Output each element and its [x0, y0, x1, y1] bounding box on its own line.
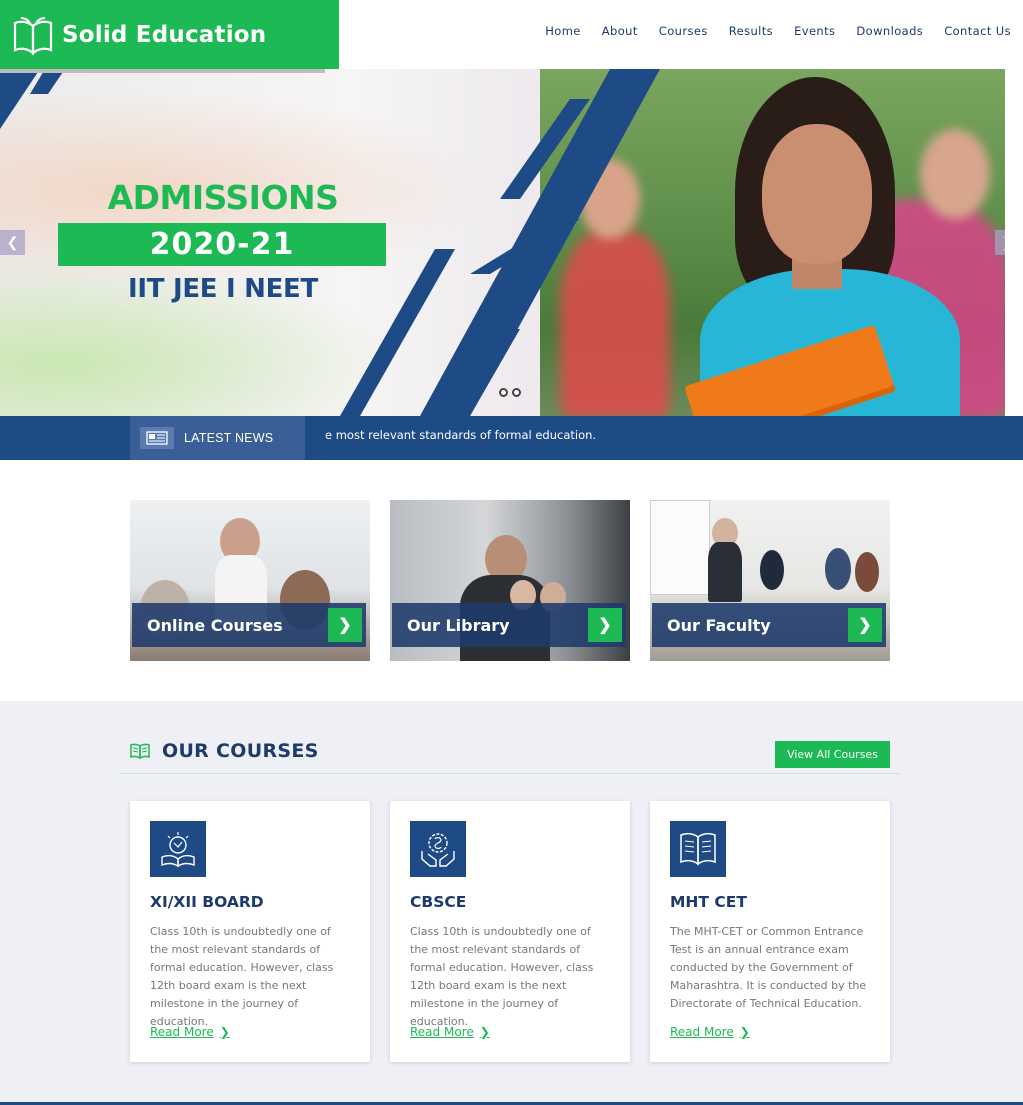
card-description: The MHT-CET or Common Entrance Test is a… — [670, 925, 867, 1010]
news-label-box: LATEST NEWS — [130, 416, 305, 460]
read-more-link[interactable]: Read More ❯ — [150, 1025, 230, 1039]
hero-exams: IIT JEE I NEET — [128, 274, 318, 304]
slider-dot[interactable] — [512, 388, 521, 397]
card-description: Class 10th is undoubtedly one of the mos… — [410, 925, 594, 1028]
slider-dot[interactable] — [499, 388, 508, 397]
nav-results[interactable]: Results — [729, 24, 773, 38]
main-nav: Home About Courses Results Events Downlo… — [524, 24, 1011, 38]
open-book-icon — [13, 16, 53, 55]
courses-heading: OUR COURSES — [130, 740, 319, 762]
logo-underline — [0, 69, 325, 73]
view-all-courses-button[interactable]: View All Courses — [775, 741, 890, 768]
chevron-right-icon[interactable]: ❯ — [328, 608, 362, 642]
brand-name: Solid Education — [62, 21, 267, 48]
feature-tile-our-faculty[interactable]: Our Faculty ❯ — [650, 500, 890, 661]
hero-slider: ADMISSIONS OPEN 2020-21 IIT JEE I NEET ❮… — [0, 69, 1005, 416]
tile-bar: Our Library ❯ — [392, 603, 626, 647]
card-title: MHT CET — [670, 893, 747, 911]
slider-dots — [499, 388, 521, 397]
nav-events[interactable]: Events — [794, 24, 835, 38]
courses-title: OUR COURSES — [162, 740, 319, 762]
news-ticker: LATEST NEWS e most relevant standards of… — [0, 416, 1023, 460]
nav-home[interactable]: Home — [545, 24, 581, 38]
book-icon — [130, 743, 150, 759]
feature-tile-our-library[interactable]: Our Library ❯ — [390, 500, 630, 661]
slider-prev-button[interactable]: ❮ — [0, 230, 25, 255]
chevron-right-icon: ❯ — [479, 1025, 490, 1039]
card-description: Class 10th is undoubtedly one of the mos… — [150, 925, 334, 1028]
tile-bar: Online Courses ❯ — [132, 603, 366, 647]
slider-next-button[interactable]: ❯ — [995, 230, 1005, 255]
chevron-right-icon[interactable]: ❯ — [848, 608, 882, 642]
divider — [120, 773, 900, 774]
course-card-xi-xii: XI/XII BOARD Class 10th is undoubtedly o… — [130, 801, 370, 1062]
tile-title: Our Faculty — [667, 615, 771, 635]
nav-about[interactable]: About — [602, 24, 638, 38]
nav-downloads[interactable]: Downloads — [856, 24, 923, 38]
nav-courses[interactable]: Courses — [659, 24, 708, 38]
tile-title: Our Library — [407, 615, 510, 635]
logo[interactable]: Solid Education — [0, 0, 339, 69]
chevron-right-icon: ❯ — [739, 1025, 750, 1039]
hands-brain-icon — [410, 821, 466, 877]
card-title: CBSCE — [410, 893, 467, 911]
open-book-icon — [670, 821, 726, 877]
feature-tile-online-courses[interactable]: Online Courses ❯ — [130, 500, 370, 661]
read-more-link[interactable]: Read More ❯ — [670, 1025, 750, 1039]
nav-contact[interactable]: Contact Us — [944, 24, 1011, 38]
news-text[interactable]: e most relevant standards of formal educ… — [325, 428, 596, 442]
news-label: LATEST NEWS — [184, 431, 274, 445]
brain-book-icon — [150, 821, 206, 877]
chevron-right-icon: ❯ — [1002, 234, 1005, 251]
hero-year: 2020-21 — [58, 223, 386, 266]
course-card-cbsce: CBSCE Class 10th is undoubtedly one of t… — [390, 801, 630, 1062]
tile-bar: Our Faculty ❯ — [652, 603, 886, 647]
chevron-right-icon[interactable]: ❯ — [588, 608, 622, 642]
tile-title: Online Courses — [147, 615, 283, 635]
newspaper-icon — [140, 427, 174, 449]
chevron-right-icon: ❯ — [219, 1025, 230, 1039]
card-title: XI/XII BOARD — [150, 893, 264, 911]
course-card-mht-cet: MHT CET The MHT-CET or Common Entrance T… — [650, 801, 890, 1062]
read-more-link[interactable]: Read More ❯ — [410, 1025, 490, 1039]
chevron-left-icon: ❮ — [6, 234, 19, 250]
